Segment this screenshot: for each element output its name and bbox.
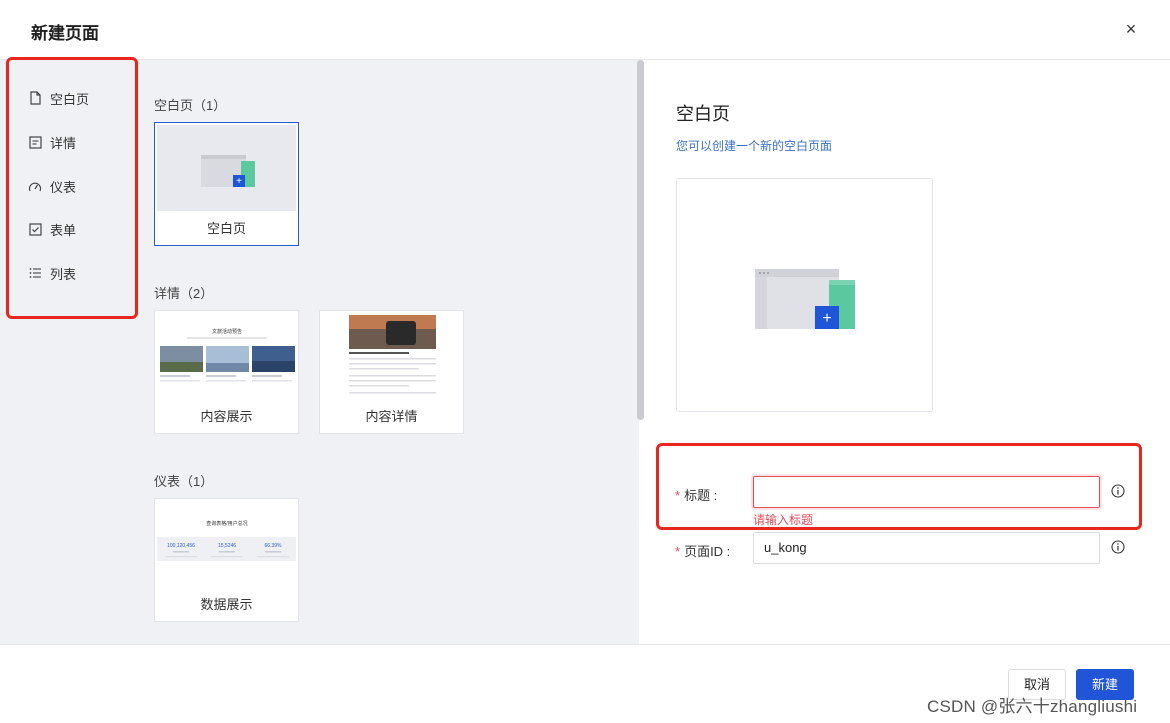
section-label-dashboard: 仪表（1） [154,474,214,489]
template-card-blank[interactable]: + 空白页 [154,122,299,246]
dialog-title: 新建页面 [31,24,99,43]
card-caption: 数据展示 [155,589,298,621]
template-preview: + [676,178,933,412]
title-error-message: 请输入标题 [753,513,814,527]
card-caption: 空白页 [155,213,298,245]
watermark: CSDN @张六十zhangliushi [927,697,1138,716]
info-icon[interactable] [1111,540,1125,554]
card-caption: 内容详情 [320,401,463,433]
template-detail-title: 空白页 [676,104,730,124]
template-card-content-display[interactable]: 文旅活动预告 内容展示 [154,310,299,434]
svg-text:15,5246: 15,5246 [218,543,236,549]
svg-text:文旅活动预告: 文旅活动预告 [212,328,242,335]
close-icon[interactable]: × [1120,18,1142,40]
template-card-data-display[interactable]: 查询表格/用户总况 100,120,456 15,5246 66.39% 数据展… [154,498,299,622]
page-id-input[interactable]: u_kong [753,532,1100,564]
template-detail-description: 您可以创建一个新的空白页面 [676,139,833,153]
category-nav-highlight [6,57,138,319]
svg-text:66.39%: 66.39% [265,543,283,549]
info-icon[interactable] [1111,484,1125,498]
svg-text:查询表格/用户总况: 查询表格/用户总况 [206,520,247,527]
svg-text:+: + [236,176,242,187]
content-detail-thumbnail [322,313,461,399]
card-caption: 内容展示 [155,401,298,433]
template-scrollbar[interactable] [637,60,644,420]
blank-page-thumbnail: + [157,125,296,211]
page-id-label: * 页面ID : [675,544,731,559]
content-display-thumbnail: 文旅活动预告 [157,313,296,399]
title-label: * 标题 : [675,488,718,503]
section-label-detail: 详情（2） [154,286,214,301]
data-display-thumbnail: 查询表格/用户总况 100,120,456 15,5246 66.39% [157,501,296,587]
dialog-header: 新建页面 × [0,0,1170,60]
svg-text:100,120,456: 100,120,456 [167,543,195,549]
title-input[interactable] [753,476,1100,508]
svg-text:+: + [822,310,831,327]
section-label-blank: 空白页（1） [154,98,227,113]
template-card-content-detail[interactable]: 内容详情 [319,310,464,434]
